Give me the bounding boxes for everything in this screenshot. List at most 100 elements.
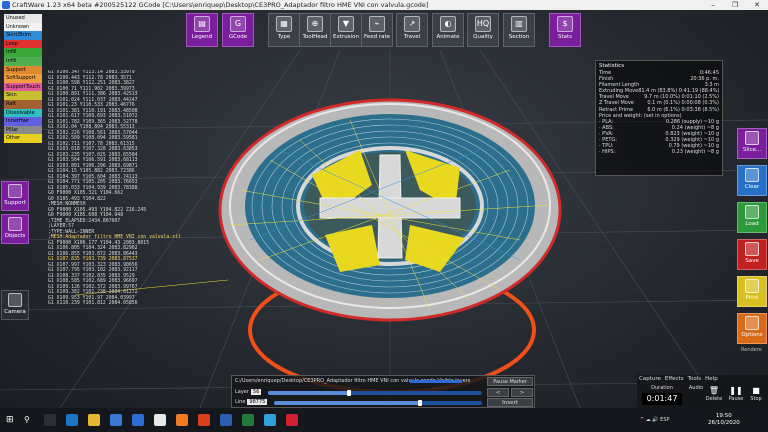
load-button[interactable]: Load — [737, 202, 767, 233]
gcode-button[interactable]: G GCode — [222, 13, 254, 47]
chrome-icon[interactable] — [154, 414, 166, 426]
close-button[interactable]: ✕ — [746, 0, 768, 10]
craftware-icon[interactable] — [198, 414, 210, 426]
stat-value: 0.23 (weight) ~8 g — [671, 149, 719, 156]
filament-legend-item[interactable]: Raft — [4, 99, 42, 109]
gcode-line[interactable]: G1 X110.239 Y101.812 2084.05856 — [48, 301, 228, 307]
right-button-label: Clear — [744, 184, 760, 190]
filament-legend-item[interactable]: Skin — [4, 91, 42, 100]
capture-menu-help[interactable]: Help — [705, 376, 718, 382]
extrusion-button[interactable]: ▼ Extrusion — [330, 13, 362, 47]
type-button[interactable]: ▦ Type — [268, 13, 300, 47]
capture-menu: Capture Effects Tools Help — [639, 376, 718, 382]
objects-button[interactable]: Objects — [1, 214, 29, 244]
toolhead-icon: ⊕ — [307, 16, 323, 32]
right-button-label: Slice... — [742, 147, 762, 153]
filament-legend-item[interactable]: SoftSupport — [4, 74, 42, 83]
word-icon[interactable] — [220, 414, 232, 426]
right-button-label: Options — [741, 332, 763, 338]
filament-legend-item[interactable]: InnerHair — [4, 117, 42, 126]
layer-row: Layer 56 — [235, 389, 262, 395]
top-toolbar: ▤ Legend G GCode ▦ Type ⊕ ToolHead ▼ Extrusio… — [0, 10, 768, 48]
line-slider-thumb[interactable] — [417, 400, 422, 406]
legend-button[interactable]: ▤ Legend — [186, 13, 218, 47]
layer-slider-thumb[interactable] — [347, 390, 352, 396]
section-button[interactable]: ▥ Section — [503, 13, 535, 47]
next-layer-button[interactable]: > — [511, 388, 533, 397]
filament-legend-item[interactable]: Dissolvable — [4, 108, 42, 118]
filament-legend-item[interactable]: Unused — [4, 14, 42, 23]
print-button[interactable]: Print — [737, 276, 767, 307]
layer-value[interactable]: 56 — [250, 389, 262, 395]
search-icon[interactable]: ⚲ — [24, 415, 34, 425]
filament-legend-item[interactable]: Infill — [4, 56, 42, 66]
window-title: CraftWare 1.23 x64 beta #200525122 GCode… — [12, 1, 429, 9]
stat-row: · HIPS: 0.23 (weight) ~8 g — [599, 149, 719, 155]
feed-rate-button[interactable]: ⌁ Feed rate — [361, 13, 393, 47]
toolhead-button[interactable]: ⊕ ToolHead — [299, 13, 331, 47]
filament-legend-item[interactable]: Skirt/Brim — [4, 31, 42, 40]
windows-taskbar: ⊞ ⚲ ^ ☁ 🔊 ESP 19:50 26/10/2020 — [0, 408, 768, 432]
filament-legend-item[interactable]: Support — [4, 65, 42, 75]
clear-button[interactable]: Clear — [737, 165, 767, 196]
filament-legend-item[interactable]: Unknown — [4, 22, 42, 32]
statistics-panel: Statistics Time 0:46:45 Finish 20:36 p. m. F… — [595, 60, 723, 176]
filament-legend-item[interactable]: SupportTouch — [4, 82, 42, 92]
line-value[interactable]: 98775 — [247, 399, 268, 405]
section-icon: ▥ — [511, 16, 527, 32]
camera-icon — [8, 293, 22, 307]
system-tray[interactable]: ^ ☁ 🔊 ESP — [640, 417, 670, 423]
task-view-icon[interactable] — [44, 414, 56, 426]
delete-button[interactable]: 🗑 Delete — [703, 386, 725, 402]
filament-legend-item[interactable]: Loop — [4, 39, 42, 49]
minimize-button[interactable]: – — [702, 0, 724, 10]
filament-legend-item[interactable]: Other — [4, 134, 42, 143]
save-button[interactable]: Save — [737, 239, 767, 270]
animate-button[interactable]: ◐ Animate — [432, 13, 464, 47]
filament-legend-item[interactable]: Infill — [4, 48, 42, 57]
trash-icon: 🗑 — [708, 386, 720, 395]
capture-timer: 0:01:47 — [642, 393, 682, 405]
legend-icon: ▤ — [194, 16, 210, 32]
prev-layer-button[interactable]: < — [487, 388, 509, 397]
support-button[interactable]: Support — [1, 181, 29, 211]
capture-menu-tools[interactable]: Tools — [688, 376, 702, 382]
duration-label: Duration — [651, 385, 673, 391]
line-slider[interactable] — [274, 400, 482, 406]
insert-button[interactable]: Insert — [487, 398, 533, 407]
gcode-listing[interactable]: G1 X100.347 Y113.14 2083.33979 G1 X100.44… — [48, 70, 228, 388]
firefox-icon[interactable] — [176, 414, 188, 426]
mail-icon[interactable] — [132, 414, 144, 426]
excel-icon[interactable] — [242, 414, 254, 426]
line-slider-fill — [274, 401, 420, 405]
pause-marker-button[interactable]: Pause Marker — [487, 377, 533, 386]
stats-button[interactable]: $ Stats — [549, 13, 581, 47]
stats-icon: $ — [557, 16, 573, 32]
camera-button[interactable]: Camera — [1, 290, 29, 320]
filament-legend-item[interactable]: Pillar — [4, 125, 42, 135]
capture-menu-effects[interactable]: Effects — [665, 376, 684, 382]
options-button[interactable]: Options — [737, 313, 767, 344]
start-button[interactable]: ⊞ — [6, 415, 16, 425]
travel-button[interactable]: ↗ Travel — [396, 13, 428, 47]
photos-icon[interactable] — [264, 414, 276, 426]
load-icon — [745, 205, 759, 219]
pause-button[interactable]: ❚❚ Pause — [725, 386, 747, 402]
maximize-button[interactable]: ❐ — [724, 0, 746, 10]
slice-icon — [745, 131, 759, 145]
edge-icon[interactable] — [66, 414, 78, 426]
visible-layers-indicator — [410, 380, 462, 383]
stop-button[interactable]: ■ Stop — [745, 386, 767, 402]
objects-icon — [8, 217, 22, 231]
quality-button[interactable]: HQ Quality — [467, 13, 499, 47]
pause-icon: ❚❚ — [729, 386, 743, 395]
capture-menu-capture[interactable]: Capture — [639, 376, 661, 382]
clock-time: 19:50 — [715, 413, 732, 419]
store-icon[interactable] — [110, 414, 122, 426]
support-icon — [8, 184, 22, 198]
clock[interactable]: 19:50 26/10/2020 — [708, 413, 740, 427]
layer-slider[interactable] — [268, 390, 482, 396]
explorer-icon[interactable] — [88, 414, 100, 426]
recorder-icon[interactable] — [286, 414, 298, 426]
slice-button[interactable]: Slice... — [737, 128, 767, 159]
